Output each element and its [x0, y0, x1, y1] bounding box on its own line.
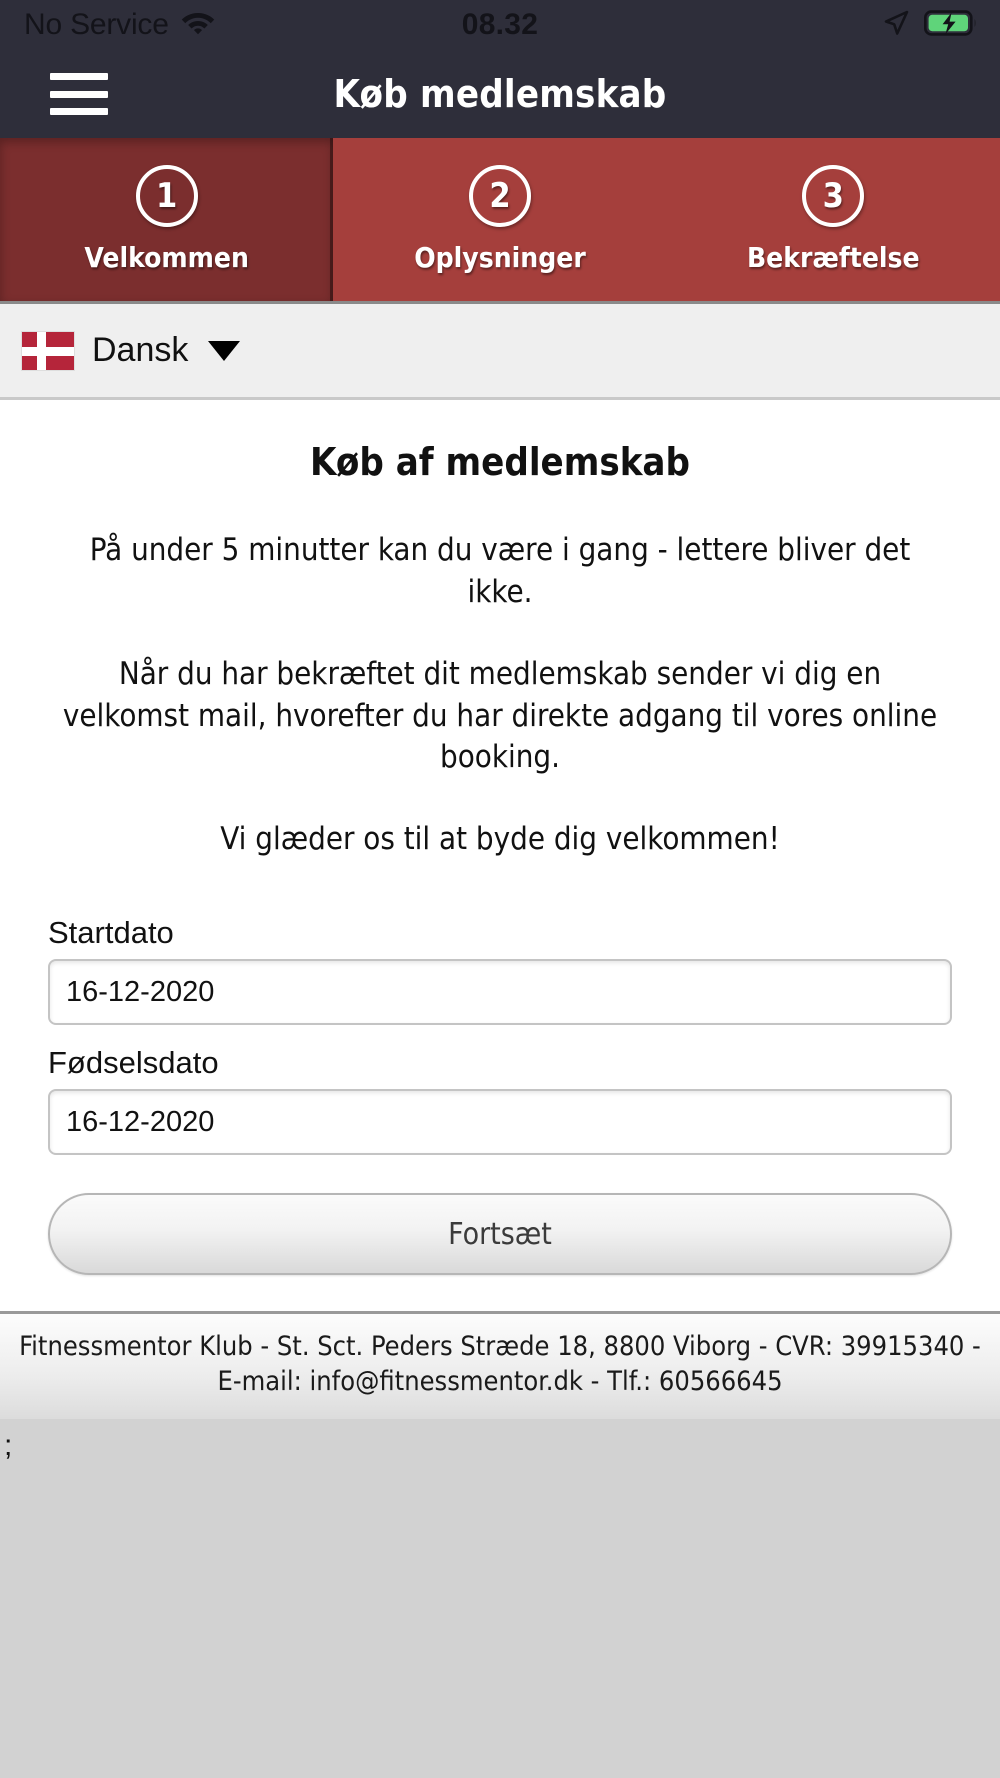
step-label-1: Velkommen: [84, 241, 249, 274]
signup-form: Startdato Fødselsdato Fortsæt: [0, 861, 1000, 1276]
foedselsdato-label: Fødselsdato: [48, 1045, 219, 1081]
step-label-3: Bekræftelse: [746, 241, 920, 274]
status-bar-left: No Service: [24, 10, 215, 41]
step-item-velkommen[interactable]: 1 Velkommen: [0, 138, 334, 301]
footer-contact-text: Fitnessmentor Klub - St. Sct. Peders Str…: [19, 1331, 981, 1397]
language-selector[interactable]: Dansk: [22, 331, 241, 370]
step-number-3: 3: [802, 165, 865, 227]
startdato-input[interactable]: [48, 959, 952, 1026]
field-startdato: Startdato: [48, 915, 952, 1026]
denmark-flag-icon: [22, 331, 74, 370]
language-selector-label: Dansk: [92, 331, 189, 369]
app-screen: No Service 08.32 Køb medlemskab 1 Velkom…: [0, 0, 1000, 1778]
battery-charging-icon: [923, 9, 978, 42]
step-item-oplysninger[interactable]: 2 Oplysninger: [333, 138, 667, 301]
foedselsdato-input[interactable]: [48, 1089, 952, 1156]
carrier-label: No Service: [24, 8, 169, 41]
page-tail-area: ;: [0, 1419, 1000, 1778]
chevron-down-icon: [208, 340, 241, 361]
stray-semicolon-text: ;: [4, 1429, 13, 1463]
language-bar: Dansk: [0, 304, 1000, 400]
page-footer: Fitnessmentor Klub - St. Sct. Peders Str…: [0, 1311, 1000, 1420]
page-title: Køb medlemskab: [333, 72, 667, 116]
content-heading: Køb af medlemskab: [310, 440, 690, 484]
step-number-2: 2: [468, 165, 531, 227]
navigation-bar: Køb medlemskab: [0, 50, 1000, 138]
field-foedselsdato: Fødselsdato: [48, 1045, 952, 1156]
step-item-bekraeftelse[interactable]: 3 Bekræftelse: [666, 138, 1000, 301]
step-number-1: 1: [135, 165, 198, 227]
status-bar: No Service 08.32: [0, 0, 1000, 50]
status-bar-right: [882, 9, 978, 42]
intro-paragraph-1: På under 5 minutter kan du være i gang -…: [89, 532, 911, 610]
hamburger-menu-icon[interactable]: [50, 73, 108, 115]
intro-paragraph-3: Vi glæder os til at byde dig velkommen!: [220, 821, 780, 858]
continue-button[interactable]: Fortsæt: [48, 1193, 952, 1276]
hamburger-bar-2: [50, 90, 108, 98]
hamburger-bar-3: [50, 108, 108, 115]
wifi-icon: [181, 10, 215, 41]
main-content: Køb af medlemskab På under 5 minutter ka…: [0, 400, 1000, 1420]
hamburger-bar-1: [50, 73, 108, 80]
step-indicator: 1 Velkommen 2 Oplysninger 3 Bekræftelse: [0, 138, 1000, 304]
location-arrow-icon: [882, 9, 910, 42]
startdato-label: Startdato: [48, 915, 174, 951]
intro-paragraph-2: Når du har bekræftet dit medlemskab send…: [62, 655, 938, 776]
step-label-2: Oplysninger: [414, 241, 586, 274]
